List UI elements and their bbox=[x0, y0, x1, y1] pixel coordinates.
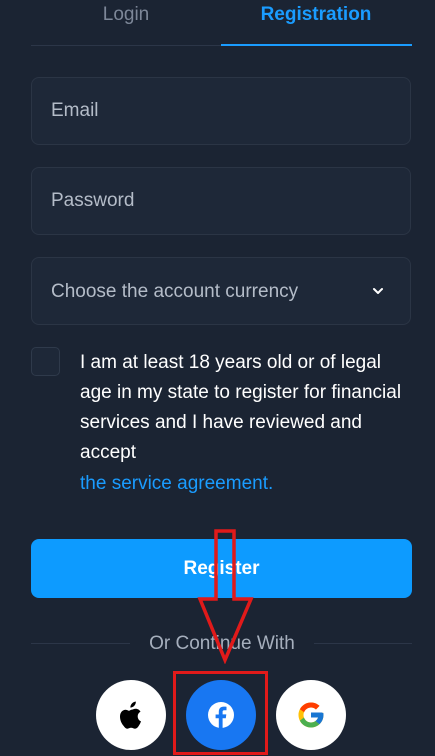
agreement-text: I am at least 18 years old or of legal a… bbox=[80, 352, 402, 463]
divider-left bbox=[31, 643, 130, 644]
active-tab-indicator bbox=[221, 44, 412, 46]
divider-right bbox=[314, 643, 412, 644]
password-field[interactable] bbox=[32, 168, 410, 234]
google-login-button[interactable] bbox=[276, 680, 346, 750]
email-field[interactable] bbox=[32, 78, 410, 144]
auth-tabs: Login Registration bbox=[31, 0, 412, 46]
tab-registration[interactable]: Registration bbox=[221, 0, 411, 44]
facebook-highlight-box bbox=[173, 671, 268, 755]
email-field-container bbox=[31, 77, 411, 145]
password-field-container bbox=[31, 167, 411, 235]
google-icon bbox=[298, 702, 324, 728]
apple-icon bbox=[120, 701, 141, 729]
agreement-checkbox[interactable] bbox=[31, 347, 60, 376]
currency-select-label: Choose the account currency bbox=[51, 281, 299, 302]
service-agreement-link[interactable]: the service agreement. bbox=[80, 470, 273, 498]
apple-login-button[interactable] bbox=[96, 680, 166, 750]
chevron-down-icon bbox=[373, 288, 383, 294]
tab-login[interactable]: Login bbox=[31, 0, 221, 44]
currency-select[interactable]: Choose the account currency bbox=[31, 257, 411, 325]
annotation-arrow-icon bbox=[197, 529, 254, 664]
